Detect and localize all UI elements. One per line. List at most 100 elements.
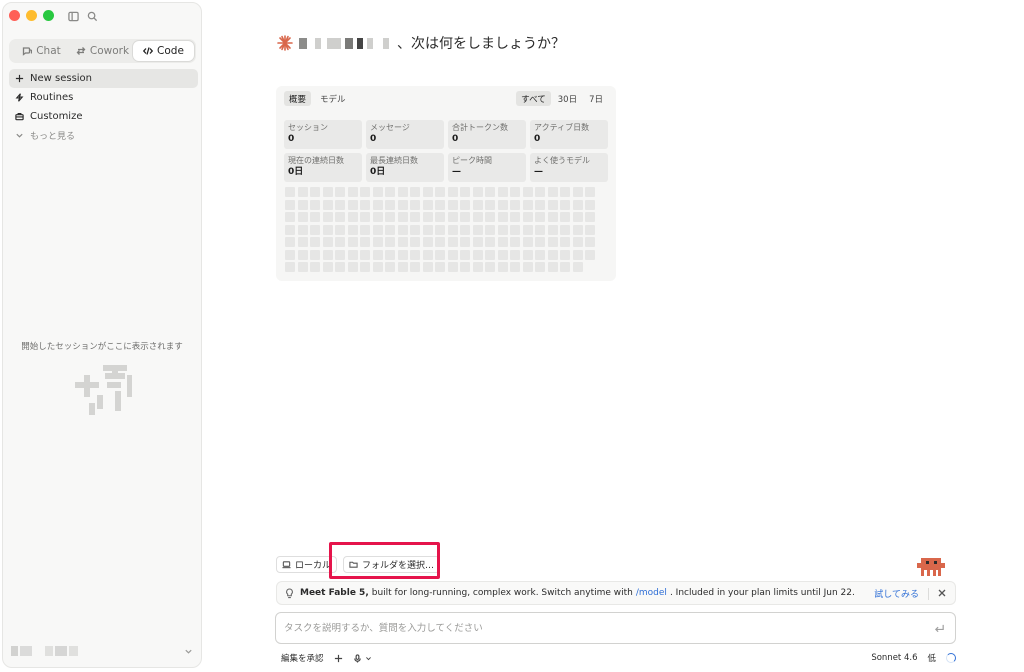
heatmap-cell xyxy=(360,262,370,272)
heatmap-cell xyxy=(435,212,445,222)
try-it-link[interactable]: 試してみる xyxy=(874,587,919,600)
divider xyxy=(928,588,929,600)
window-controls xyxy=(9,10,54,21)
heatmap-cell xyxy=(585,249,595,260)
heatmap-cell xyxy=(585,237,595,247)
range-all-button[interactable]: すべて xyxy=(516,91,551,106)
briefcase-icon xyxy=(15,113,24,121)
approve-edits-toggle[interactable]: 編集を承認 xyxy=(281,652,324,664)
heatmap-cell xyxy=(397,224,408,235)
banner-text: built for long-running, complex work. Sw… xyxy=(371,588,633,598)
code-icon xyxy=(143,47,154,55)
sidebar-toggle-icon[interactable] xyxy=(67,10,80,23)
sidebar-item-label: もっと見る xyxy=(30,132,76,142)
sidebar-item-label: Routines xyxy=(30,92,74,103)
heatmap-cell xyxy=(347,262,358,272)
zoom-window-button[interactable] xyxy=(43,10,54,21)
heatmap-cell xyxy=(335,237,345,247)
stat-card-peak-hour: ピーク時間 — xyxy=(448,153,526,182)
tab-models[interactable]: モデル xyxy=(315,91,351,106)
heatmap-cell xyxy=(485,262,495,272)
chevron-down-icon xyxy=(185,649,192,654)
heatmap-cell xyxy=(360,224,370,235)
chevron-down-icon xyxy=(16,133,23,138)
heatmap-cell xyxy=(447,249,458,260)
stat-value: 0日 xyxy=(370,167,386,177)
message-composer xyxy=(275,612,956,644)
heatmap-cell xyxy=(347,187,358,197)
heatmap-cell xyxy=(547,237,558,247)
heatmap-cell xyxy=(447,199,458,210)
heatmap-cell xyxy=(522,187,533,197)
effort-selector[interactable]: 低 xyxy=(927,652,936,664)
heatmap-cell xyxy=(360,237,370,247)
heatmap-cell xyxy=(447,224,458,235)
sidebar-item-new-session[interactable]: New session xyxy=(9,69,198,88)
tab-cowork[interactable]: Cowork xyxy=(72,41,133,61)
tab-overview[interactable]: 概要 xyxy=(284,91,312,106)
heatmap-cell xyxy=(297,262,308,272)
heatmap-cell xyxy=(447,262,458,272)
plus-icon[interactable] xyxy=(334,654,343,663)
heatmap-cell xyxy=(572,199,583,210)
heatmap-cell xyxy=(460,199,470,210)
heatmap-cell xyxy=(310,249,320,260)
heatmap-cell xyxy=(535,237,545,247)
heatmap-cell xyxy=(347,249,358,260)
heatmap-cell xyxy=(322,199,333,210)
sidebar-item-label: Customize xyxy=(30,111,83,122)
heatmap-cell xyxy=(347,199,358,210)
heatmap-cell xyxy=(572,212,583,222)
chevron-down-icon[interactable] xyxy=(365,655,372,662)
sidebar-item-customize[interactable]: Customize xyxy=(9,107,198,126)
heatmap-cell xyxy=(422,199,433,210)
stat-card-active-days: アクティブ日数 0 xyxy=(530,120,608,149)
local-environment-label: ローカル xyxy=(295,561,332,571)
heatmap-cell xyxy=(285,237,295,247)
heatmap-cell xyxy=(535,187,545,197)
tab-chat[interactable]: Chat xyxy=(11,41,72,61)
heatmap-cell xyxy=(560,249,570,260)
heatmap-cell xyxy=(447,237,458,247)
tab-code[interactable]: Code xyxy=(133,41,194,61)
microphone-icon[interactable] xyxy=(353,653,362,663)
minimize-window-button[interactable] xyxy=(26,10,37,21)
heatmap-cell xyxy=(397,199,408,210)
heatmap-cell xyxy=(510,249,520,260)
heatmap-cell xyxy=(285,187,295,197)
heatmap-cell xyxy=(485,199,495,210)
stat-card-sessions: セッション 0 xyxy=(284,120,362,149)
heatmap-cell xyxy=(585,199,595,210)
heatmap-cell xyxy=(547,249,558,260)
heatmap-cell xyxy=(347,224,358,235)
sidebar-item-routines[interactable]: Routines xyxy=(9,88,198,107)
heatmap-cell xyxy=(522,224,533,235)
banner-text-end: . Included in your plan limits until Jun… xyxy=(669,588,855,598)
heatmap-cell xyxy=(585,187,595,197)
heatmap-cell xyxy=(322,262,333,272)
close-window-button[interactable] xyxy=(9,10,20,21)
heatmap-cell xyxy=(297,237,308,247)
account-menu[interactable] xyxy=(11,643,193,659)
stat-label: メッセージ xyxy=(370,123,410,132)
model-command-link[interactable]: /model xyxy=(636,588,667,598)
heatmap-cell xyxy=(472,212,483,222)
range-30d-button[interactable]: 30日 xyxy=(553,91,582,106)
close-icon[interactable] xyxy=(937,588,947,598)
heatmap-cell xyxy=(297,224,308,235)
local-environment-button[interactable]: ローカル xyxy=(276,556,338,573)
model-selector[interactable]: Sonnet 4.6 xyxy=(871,653,917,663)
enter-icon[interactable] xyxy=(934,623,945,634)
prompt-input[interactable] xyxy=(284,620,904,637)
sidebar-item-label: New session xyxy=(30,73,93,84)
heatmap-cell xyxy=(297,249,308,260)
search-icon[interactable] xyxy=(86,10,99,23)
sidebar-item-more[interactable]: もっと見る xyxy=(9,126,198,145)
heatmap-cell xyxy=(285,224,295,235)
stat-card-longest-streak: 最長連続日数 0日 xyxy=(366,153,444,182)
range-7d-button[interactable]: 7日 xyxy=(584,91,608,106)
heatmap-cell xyxy=(322,249,333,260)
heatmap-cell xyxy=(485,249,495,260)
heatmap-cell xyxy=(372,187,383,197)
heatmap-cell xyxy=(310,187,320,197)
